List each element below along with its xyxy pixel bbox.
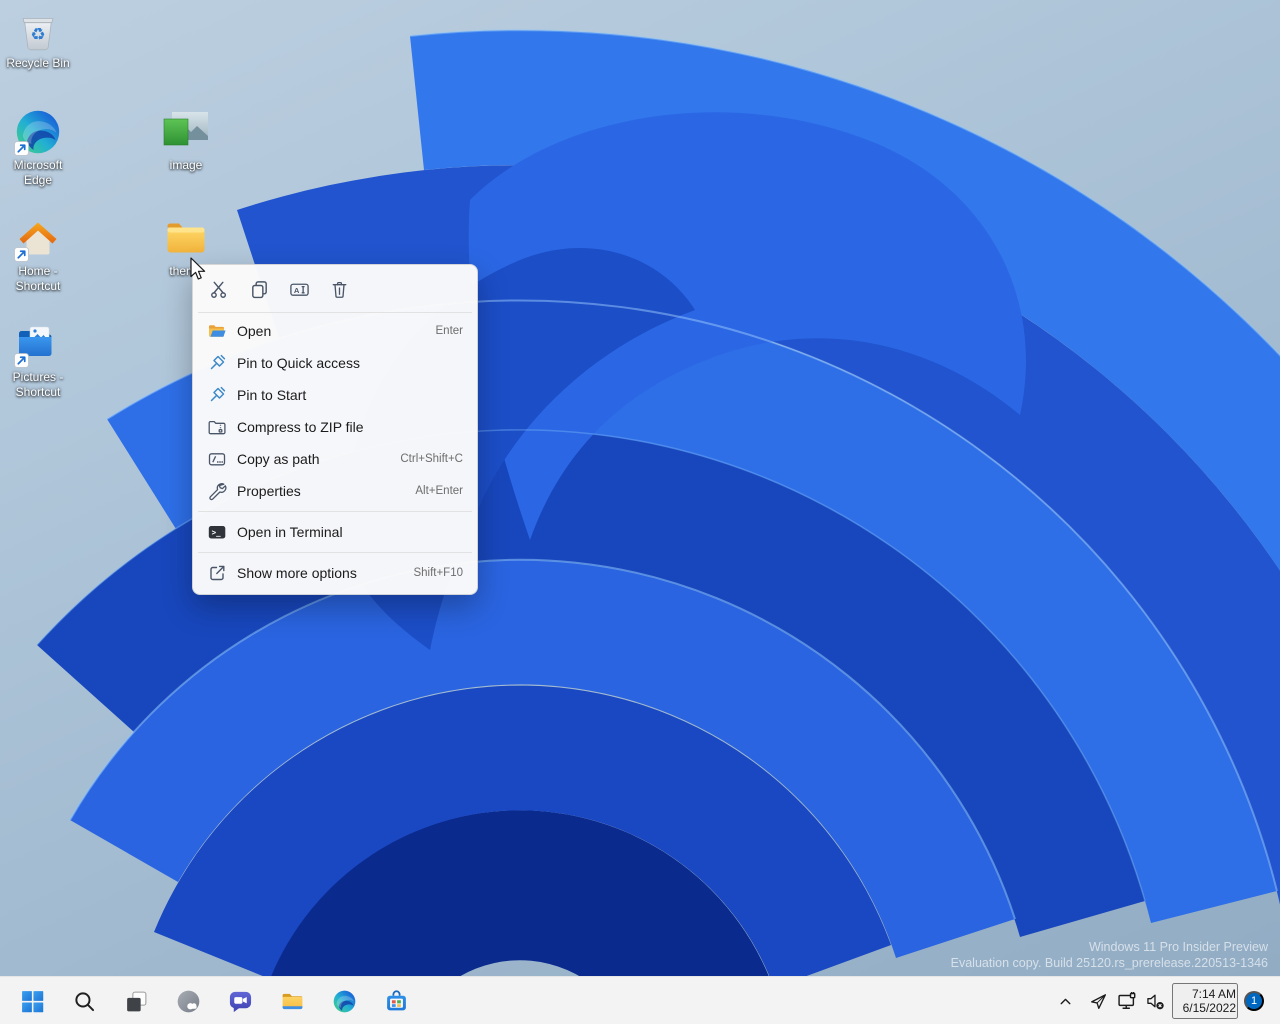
quick-actions-row: A	[193, 269, 477, 310]
menu-item-pin-to-quick-access[interactable]: Pin to Quick access	[193, 347, 477, 379]
menu-item-label: Pin to Start	[237, 387, 307, 403]
copy-button[interactable]	[245, 276, 273, 304]
notification-badge[interactable]: 1	[1244, 991, 1264, 1011]
menu-separator	[198, 552, 472, 553]
menu-item-shortcut: Shift+F10	[413, 567, 463, 579]
desktop-icon-microsoft-edge[interactable]: Microsoft Edge	[0, 108, 76, 188]
watermark-line2: Evaluation copy. Build 25120.rs_prerelea…	[950, 955, 1268, 970]
menu-item-label: Copy as path	[237, 451, 320, 467]
menu-item-open[interactable]: Open Enter	[193, 315, 477, 347]
evaluation-watermark: Windows 11 Pro Insider Preview Evaluatio…	[951, 940, 1268, 971]
tray-chevron-button[interactable]	[1051, 987, 1079, 1015]
menu-item-label: Show more options	[237, 565, 357, 581]
network-icon[interactable]	[1114, 988, 1140, 1014]
folder-icon	[162, 214, 210, 262]
menu-item-copy-as-path[interactable]: Copy as path Ctrl+Shift+C	[193, 443, 477, 475]
menu-item-label: Open in Terminal	[237, 524, 343, 540]
svg-text:A: A	[293, 286, 299, 295]
menu-item-compress-to-zip[interactable]: Compress to ZIP file	[193, 411, 477, 443]
menu-item-shortcut: Ctrl+Shift+C	[400, 453, 463, 465]
chat-button[interactable]	[220, 981, 260, 1021]
scissors-icon	[210, 281, 226, 298]
copy-icon	[251, 281, 267, 299]
tray-time: 7:14 AM	[1191, 986, 1236, 1001]
menu-item-pin-to-start[interactable]: Pin to Start	[193, 379, 477, 411]
pictures-folder-icon	[14, 320, 62, 368]
edge-taskbar-button[interactable]	[324, 981, 364, 1021]
file-explorer-button[interactable]	[272, 981, 312, 1021]
desktop-icon-label: Microsoft Edge	[13, 158, 63, 187]
taskbar: 7:14 AM 6/15/2022 1	[0, 976, 1280, 1024]
menu-item-show-more-options[interactable]: Show more options Shift+F10	[193, 557, 477, 589]
shortcut-arrow-icon	[14, 141, 29, 156]
recycle-bin-icon: ♻	[14, 6, 62, 54]
menu-separator	[198, 312, 472, 313]
microsoft-store-icon	[386, 989, 406, 1010]
search-icon	[74, 991, 94, 1011]
zip-folder-icon	[207, 417, 227, 437]
pin-icon	[207, 353, 227, 373]
show-more-options-icon	[207, 563, 227, 583]
widgets-button[interactable]	[168, 981, 208, 1021]
edge-icon	[14, 108, 62, 156]
menu-item-open-in-terminal[interactable]: >_ Open in Terminal	[193, 516, 477, 548]
start-button[interactable]	[12, 981, 52, 1021]
folder-open-icon	[207, 321, 227, 341]
terminal-icon: >_	[207, 522, 227, 542]
desktop-icon-label: Recycle Bin	[6, 56, 70, 70]
watermark-line1: Windows 11 Pro Insider Preview	[1088, 940, 1268, 954]
trash-icon	[332, 281, 346, 298]
delete-button[interactable]	[325, 276, 353, 304]
microsoft-store-button[interactable]	[376, 981, 416, 1021]
menu-item-label: Compress to ZIP file	[237, 419, 364, 435]
task-view-button[interactable]	[116, 981, 156, 1021]
svg-text:>_: >_	[212, 528, 222, 537]
menu-item-shortcut: Alt+Enter	[415, 485, 463, 497]
task-view-icon	[126, 991, 146, 1011]
copy-path-icon	[207, 449, 227, 469]
menu-item-shortcut: Enter	[435, 325, 464, 337]
search-button[interactable]	[64, 981, 104, 1021]
shortcut-arrow-icon	[14, 353, 29, 368]
menu-item-label: Open	[237, 323, 272, 339]
menu-item-properties[interactable]: Properties Alt+Enter	[193, 475, 477, 507]
menu-item-label: Properties	[237, 483, 301, 499]
desktop-icon-pictures-shortcut[interactable]: Pictures - Shortcut	[0, 320, 76, 400]
shortcut-arrow-icon	[14, 247, 29, 262]
desktop-icon-recycle-bin[interactable]: ♻ Recycle Bin	[0, 6, 76, 71]
pin-icon	[207, 385, 227, 405]
image-thumbnail-icon	[162, 108, 210, 156]
wrench-icon	[207, 481, 227, 501]
location-indicator-icon[interactable]	[1086, 989, 1110, 1013]
widgets-weather-icon	[177, 990, 199, 1012]
windows-logo-icon	[21, 990, 43, 1012]
chevron-up-icon	[1060, 998, 1070, 1004]
clock[interactable]: 7:14 AM 6/15/2022	[1172, 983, 1238, 1019]
volume-muted-icon[interactable]	[1142, 988, 1168, 1014]
rename-button[interactable]: A	[285, 276, 313, 304]
home-icon	[14, 214, 62, 262]
edge-icon	[333, 990, 355, 1012]
chat-icon	[229, 991, 251, 1012]
notification-count: 1	[1250, 995, 1258, 1007]
tray-date: 6/15/2022	[1182, 1001, 1236, 1015]
desktop-icon-home-shortcut[interactable]: Home - Shortcut	[0, 214, 76, 294]
menu-separator	[198, 511, 472, 512]
desktop-icon-label: image	[169, 158, 203, 172]
file-explorer-icon	[282, 993, 302, 1009]
desktop-icon-label: Home - Shortcut	[15, 264, 61, 293]
desktop-icon-label: Pictures - Shortcut	[12, 370, 64, 399]
svg-text:♻: ♻	[30, 25, 45, 45]
desktop-icon-image[interactable]: image	[148, 108, 224, 173]
cut-button[interactable]	[205, 276, 233, 304]
context-menu: A Open Enter Pin to Quick access Pin to …	[192, 264, 478, 595]
menu-item-label: Pin to Quick access	[237, 355, 360, 371]
rename-icon: A	[289, 283, 309, 296]
